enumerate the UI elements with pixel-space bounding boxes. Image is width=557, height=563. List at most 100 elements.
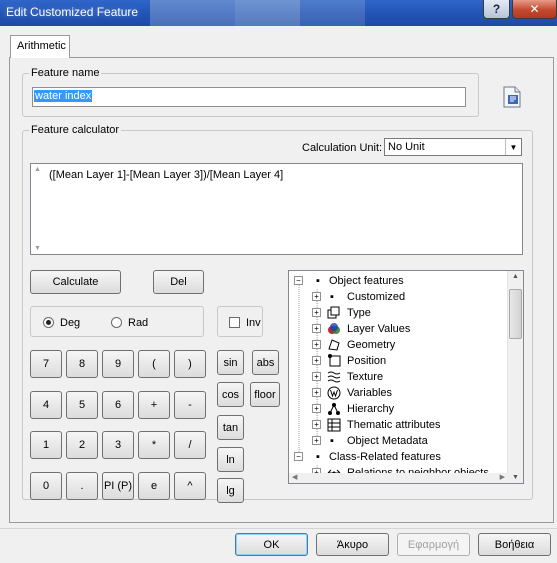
expand-icon[interactable]: +: [312, 340, 321, 349]
ln-button[interactable]: ln: [217, 447, 244, 472]
scroll-left-icon[interactable]: ◀: [292, 473, 297, 481]
key-2-button[interactable]: 2: [66, 431, 98, 459]
expression-textarea[interactable]: ▲ ▼ ([Mean Layer 1]-[Mean Layer 3])/[Mea…: [30, 163, 523, 255]
tree-node-label: Hierarchy: [347, 403, 395, 415]
scroll-down-icon[interactable]: ▼: [512, 474, 519, 481]
del-button[interactable]: Del: [153, 270, 204, 294]
tree-horizontal-scrollbar[interactable]: ◀ ▶: [289, 473, 508, 483]
key-5-button[interactable]: 5: [66, 391, 98, 419]
expand-icon[interactable]: +: [312, 308, 321, 317]
rad-radio[interactable]: [111, 317, 122, 328]
inv-checkbox[interactable]: [229, 317, 240, 328]
expand-icon[interactable]: +: [312, 372, 321, 381]
help-button[interactable]: Βοήθεια: [478, 533, 551, 556]
key-dot-button[interactable]: .: [66, 472, 98, 500]
expand-icon[interactable]: +: [312, 436, 321, 445]
tree-node-label: Class-Related features: [329, 451, 441, 463]
cancel-button[interactable]: Άκυρο: [316, 533, 389, 556]
expand-icon[interactable]: +: [312, 404, 321, 413]
expand-icon[interactable]: +: [312, 324, 321, 333]
floor-button[interactable]: floor: [250, 382, 280, 407]
geometry-icon: [327, 338, 341, 352]
scroll-right-icon[interactable]: ▶: [500, 473, 505, 481]
expression-scrollbar[interactable]: ▲ ▼: [34, 166, 44, 252]
key-multiply-button[interactable]: *: [138, 431, 170, 459]
apply-button[interactable]: Εφαρμογή: [397, 533, 470, 556]
document-edit-icon[interactable]: [502, 86, 522, 108]
inv-label: Inv: [246, 317, 261, 329]
calculation-unit-label: Calculation Unit:: [302, 142, 383, 154]
calculation-unit-value: No Unit: [388, 141, 425, 153]
key-divide-button[interactable]: /: [174, 431, 206, 459]
tree-node-label: Customized: [347, 291, 406, 303]
tree-node-label: Thematic attributes: [347, 419, 441, 431]
expand-icon[interactable]: +: [312, 356, 321, 365]
key-open-paren-button[interactable]: (: [138, 350, 170, 378]
lg-button[interactable]: lg: [217, 478, 244, 503]
key-1-button[interactable]: 1: [30, 431, 62, 459]
close-title-button[interactable]: ✕: [512, 0, 557, 19]
tab-label: Arithmetic: [17, 40, 66, 52]
expression-text: ([Mean Layer 1]-[Mean Layer 3])/[Mean La…: [49, 169, 284, 181]
type-icon: [327, 306, 341, 320]
feature-tree[interactable]: − ▪ Object features + ▪ Customized + Typ…: [288, 270, 524, 484]
key-9-button[interactable]: 9: [102, 350, 134, 378]
key-e-button[interactable]: e: [138, 472, 170, 500]
edit-customized-feature-window: Edit Customized Feature ? ✕ Arithmetic F…: [0, 0, 557, 563]
tree-node-label: Type: [347, 307, 371, 319]
calculate-button[interactable]: Calculate: [30, 270, 121, 294]
scroll-up-icon[interactable]: ▲: [34, 166, 41, 173]
square-bullet-icon: ▪: [330, 291, 334, 303]
key-6-button[interactable]: 6: [102, 391, 134, 419]
collapse-icon[interactable]: −: [294, 276, 303, 285]
feature-name-value: water index: [34, 90, 93, 102]
title-bar[interactable]: Edit Customized Feature ? ✕: [0, 0, 557, 26]
key-pi-button[interactable]: PI (P): [102, 472, 134, 500]
tree-node-label: Object features: [329, 275, 404, 287]
tab-arithmetic[interactable]: Arithmetic: [10, 35, 70, 58]
sin-button[interactable]: sin: [217, 350, 244, 375]
background-window-ghost: [235, 0, 365, 26]
scroll-down-icon[interactable]: ▼: [34, 245, 41, 252]
abs-button[interactable]: abs: [252, 350, 279, 375]
feature-calculator-legend: Feature calculator: [31, 124, 120, 136]
ok-button[interactable]: OK: [235, 533, 308, 556]
scroll-up-icon[interactable]: ▲: [512, 273, 519, 280]
tree-node-label: Variables: [347, 387, 393, 399]
tree-node-label: Object Metadata: [347, 435, 428, 447]
key-3-button[interactable]: 3: [102, 431, 134, 459]
tree-node-label: Layer Values: [347, 323, 411, 335]
rad-label: Rad: [128, 317, 149, 329]
key-plus-button[interactable]: +: [138, 391, 170, 419]
expand-icon[interactable]: +: [312, 388, 321, 397]
tan-button[interactable]: tan: [217, 415, 244, 440]
key-0-button[interactable]: 0: [30, 472, 62, 500]
key-4-button[interactable]: 4: [30, 391, 62, 419]
chevron-down-icon[interactable]: ▼: [505, 139, 521, 155]
key-minus-button[interactable]: -: [174, 391, 206, 419]
collapse-icon[interactable]: −: [294, 452, 303, 461]
tree-node-label: Geometry: [347, 339, 396, 351]
position-icon: [327, 354, 341, 368]
thematic-attributes-icon: [327, 418, 341, 432]
tree-vertical-scrollbar[interactable]: ▲ ▼: [507, 271, 523, 483]
cos-button[interactable]: cos: [217, 382, 244, 407]
hierarchy-icon: [327, 402, 341, 416]
calculation-unit-select[interactable]: No Unit ▼: [384, 138, 522, 156]
key-8-button[interactable]: 8: [66, 350, 98, 378]
square-bullet-icon: ▪: [316, 451, 320, 463]
expand-icon[interactable]: +: [312, 292, 321, 301]
key-7-button[interactable]: 7: [30, 350, 62, 378]
expand-icon[interactable]: +: [312, 420, 321, 429]
tree-node-label: Texture: [347, 371, 384, 383]
key-close-paren-button[interactable]: ): [174, 350, 206, 378]
layer-values-icon: [327, 322, 341, 336]
texture-icon: [327, 370, 341, 384]
tree-node-label: Position: [347, 355, 387, 367]
deg-label: Deg: [60, 317, 81, 329]
feature-name-input[interactable]: water index: [32, 87, 466, 107]
deg-radio[interactable]: [43, 317, 54, 328]
help-title-button[interactable]: ?: [483, 0, 510, 19]
key-power-button[interactable]: ^: [174, 472, 206, 500]
tree-scroll-thumb[interactable]: [509, 289, 522, 339]
